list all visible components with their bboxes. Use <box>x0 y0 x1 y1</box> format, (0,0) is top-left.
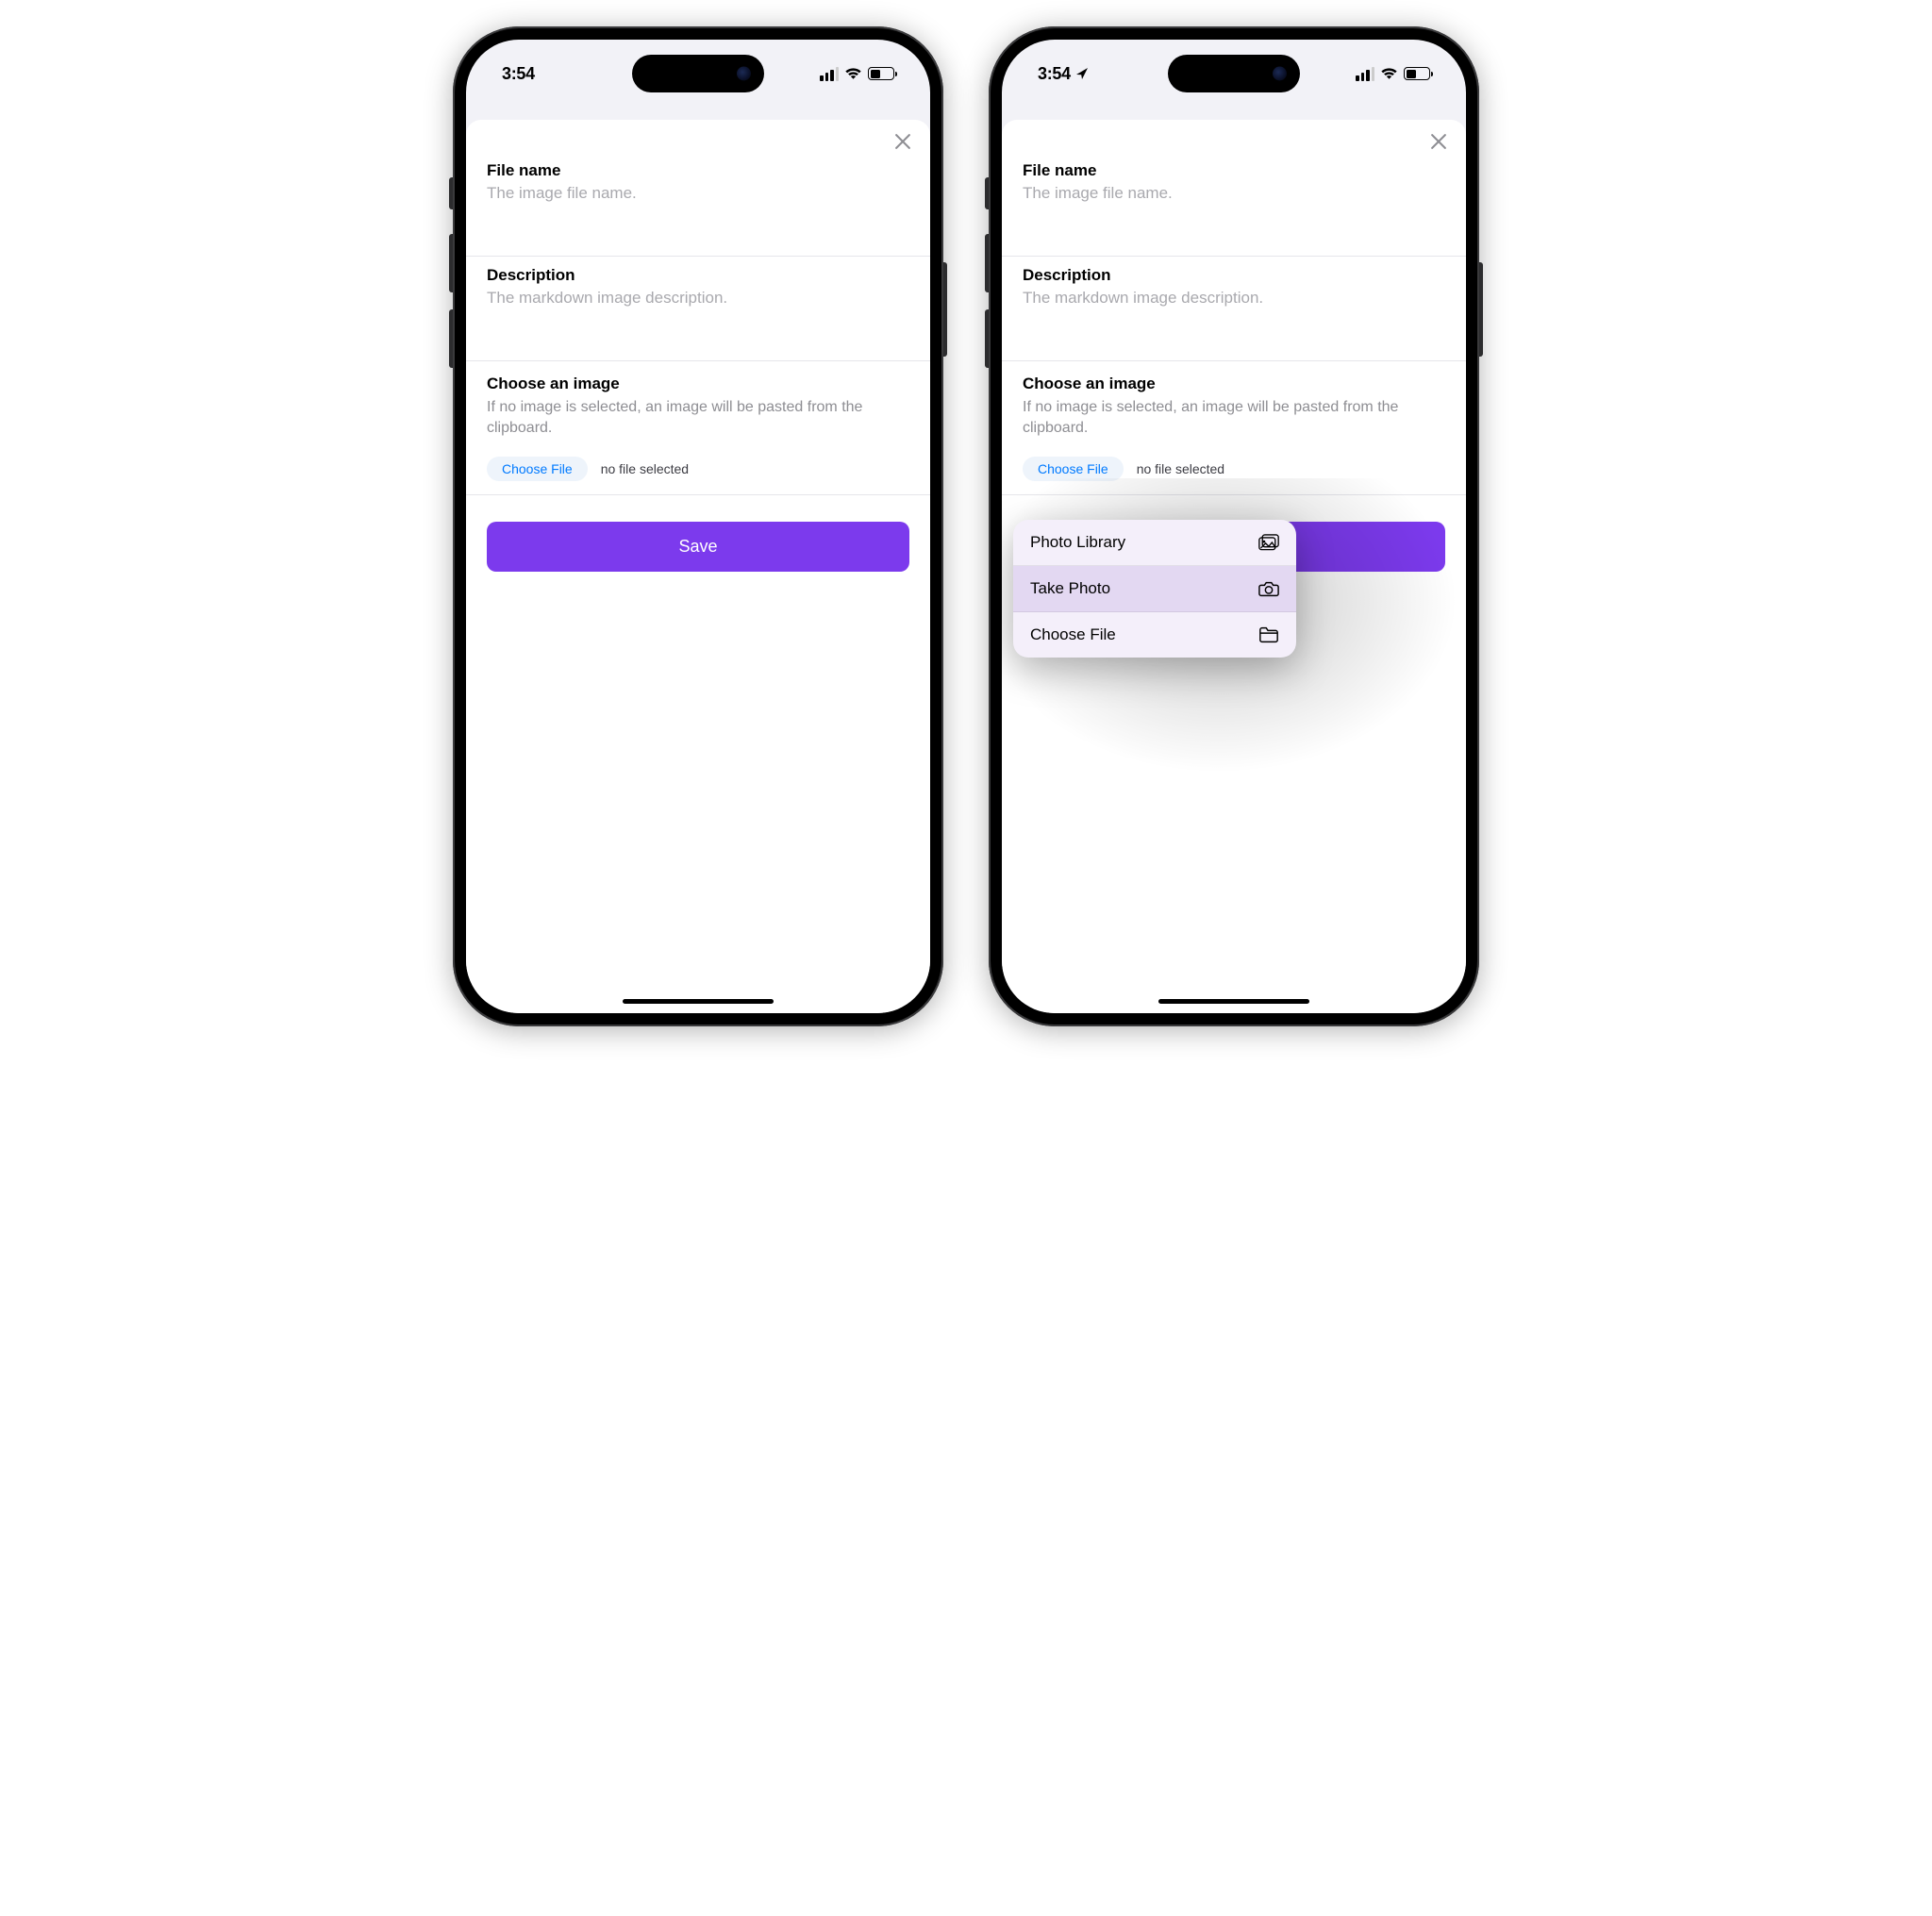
close-icon <box>1431 134 1446 149</box>
filename-input[interactable] <box>1023 184 1445 203</box>
choose-hint: If no image is selected, an image will b… <box>1023 397 1445 438</box>
modal-sheet: File name Description Choose an image If… <box>466 120 930 1013</box>
dynamic-island <box>632 55 764 92</box>
choose-image-section: Choose an image If no image is selected,… <box>1002 361 1466 494</box>
filename-label: File name <box>1023 161 1445 180</box>
dynamic-island <box>1168 55 1300 92</box>
save-button[interactable]: Save <box>487 522 909 572</box>
filename-field: File name <box>1002 152 1466 257</box>
description-input[interactable] <box>487 289 909 308</box>
file-status-text: no file selected <box>601 461 689 476</box>
side-button <box>1479 262 1483 357</box>
side-button <box>449 234 453 292</box>
description-label: Description <box>1023 266 1445 285</box>
home-indicator[interactable] <box>1158 999 1309 1004</box>
menu-item-label: Photo Library <box>1030 533 1125 552</box>
side-button <box>985 309 989 368</box>
choose-image-section: Choose an image If no image is selected,… <box>466 361 930 495</box>
filename-field: File name <box>466 152 930 257</box>
side-button <box>449 177 453 209</box>
side-button <box>985 177 989 209</box>
modal-sheet: File name Description Choose an image If… <box>1002 120 1466 1013</box>
cell-signal-icon <box>820 67 839 81</box>
status-time: 3:54 <box>1038 64 1071 84</box>
folder-icon <box>1258 625 1279 644</box>
home-indicator[interactable] <box>623 999 774 1004</box>
close-icon <box>895 134 910 149</box>
choose-heading: Choose an image <box>1023 375 1445 393</box>
filename-label: File name <box>487 161 909 180</box>
status-time: 3:54 <box>502 64 535 84</box>
close-button[interactable] <box>892 131 913 152</box>
menu-item-choose-file[interactable]: Choose File <box>1013 612 1296 658</box>
menu-item-take-photo[interactable]: Take Photo <box>1013 566 1296 612</box>
menu-item-photo-library[interactable]: Photo Library <box>1013 520 1296 566</box>
choose-hint: If no image is selected, an image will b… <box>487 397 909 438</box>
close-button[interactable] <box>1428 131 1449 152</box>
battery-icon <box>868 67 894 80</box>
device-frame-right: 3:54 File name Description <box>989 26 1479 1026</box>
choose-file-button[interactable]: Choose File <box>1023 457 1124 481</box>
screen-left: 3:54 File name Description <box>466 40 930 1013</box>
location-icon <box>1074 66 1090 81</box>
camera-icon <box>1258 579 1279 598</box>
description-input[interactable] <box>1023 289 1445 308</box>
file-picker-menu: Photo Library Take Photo Choose File <box>1013 520 1296 658</box>
side-button <box>449 309 453 368</box>
filename-input[interactable] <box>487 184 909 203</box>
description-field: Description <box>1002 257 1466 361</box>
side-button <box>943 262 947 357</box>
choose-heading: Choose an image <box>487 375 909 393</box>
cell-signal-icon <box>1356 67 1374 81</box>
file-status-text: no file selected <box>1137 461 1224 476</box>
wifi-icon <box>1380 67 1398 80</box>
screen-right: 3:54 File name Description <box>1002 40 1466 1013</box>
description-field: Description <box>466 257 930 361</box>
photos-icon <box>1258 533 1279 552</box>
device-frame-left: 3:54 File name Description <box>453 26 943 1026</box>
menu-item-label: Take Photo <box>1030 579 1110 598</box>
battery-icon <box>1404 67 1430 80</box>
side-button <box>985 234 989 292</box>
wifi-icon <box>844 67 862 80</box>
choose-file-button[interactable]: Choose File <box>487 457 588 481</box>
description-label: Description <box>487 266 909 285</box>
menu-item-label: Choose File <box>1030 625 1116 644</box>
